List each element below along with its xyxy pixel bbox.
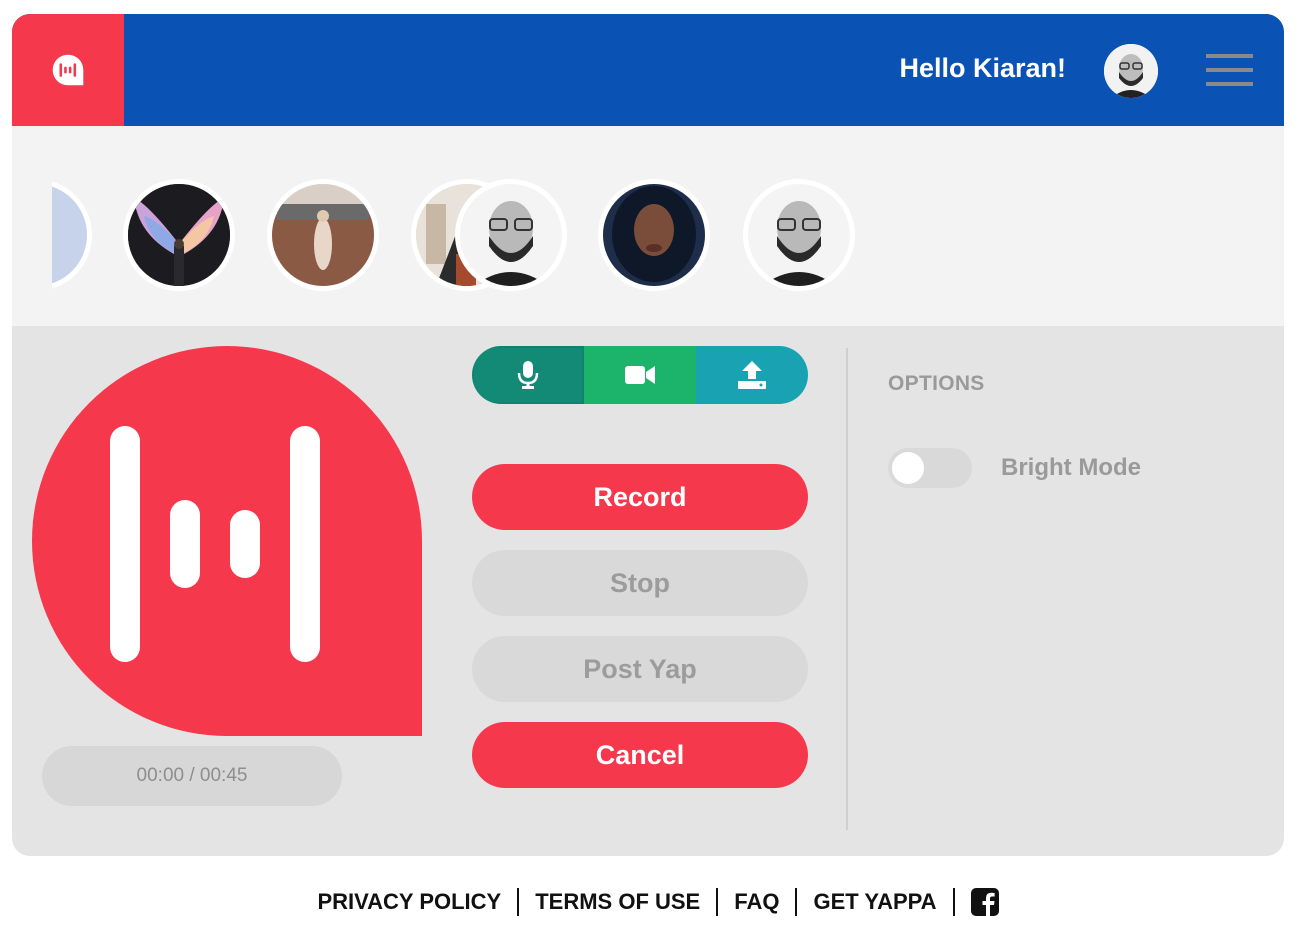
capture-mode-group (472, 346, 808, 404)
post-yap-button[interactable]: Post Yap (472, 636, 808, 702)
woman-photo[interactable] (598, 179, 710, 291)
hamburger-menu-icon[interactable] (1206, 52, 1254, 88)
terms-of-use-link[interactable]: TERMS OF USE (519, 888, 716, 916)
carousel-fade (12, 166, 52, 306)
stop-button[interactable]: Stop (472, 550, 808, 616)
bright-mode-toggle[interactable] (888, 448, 972, 488)
video-mode-button[interactable] (584, 346, 696, 404)
upload-icon (738, 361, 766, 389)
recording-timer: 00:00 / 00:45 (42, 746, 342, 806)
options-divider (846, 348, 848, 830)
header-bar: Hello Kiaran! (12, 14, 1284, 126)
audio-mode-button[interactable] (472, 346, 584, 404)
bright-mode-label: Bright Mode (1001, 454, 1141, 481)
microphone-icon (517, 361, 539, 389)
bearded-man-photo-2[interactable] (743, 179, 855, 291)
user-avatar[interactable] (1104, 44, 1158, 98)
upload-mode-button[interactable] (696, 346, 808, 404)
cancel-button[interactable]: Cancel (472, 722, 808, 788)
footer-links: PRIVACY POLICY TERMS OF USE FAQ GET YAPP… (0, 884, 1300, 920)
privacy-policy-link[interactable]: PRIVACY POLICY (301, 888, 517, 916)
toggle-knob (892, 452, 924, 484)
app-window: Hello Kiaran! 00:00 / 00:45 Record Stop … (12, 14, 1284, 856)
logo-button[interactable] (12, 14, 124, 126)
greeting-text: Hello Kiaran! (899, 53, 1066, 83)
options-title: OPTIONS (888, 372, 985, 395)
user-avatar-image (1104, 44, 1158, 98)
record-button[interactable]: Record (472, 464, 808, 530)
bearded-man-photo[interactable] (455, 179, 567, 291)
facebook-glyph (982, 892, 995, 916)
faq-link[interactable]: FAQ (718, 888, 795, 916)
street-photo[interactable] (267, 179, 379, 291)
facebook-icon[interactable] (970, 888, 999, 916)
yappa-logo-icon (52, 54, 84, 86)
footer-separator (952, 888, 955, 916)
video-camera-icon (625, 366, 655, 384)
user-carousel (12, 126, 1284, 326)
get-yappa-link[interactable]: GET YAPPA (797, 888, 952, 916)
wings-mural-photo[interactable] (123, 179, 235, 291)
yappa-record-logo-icon (32, 346, 422, 736)
